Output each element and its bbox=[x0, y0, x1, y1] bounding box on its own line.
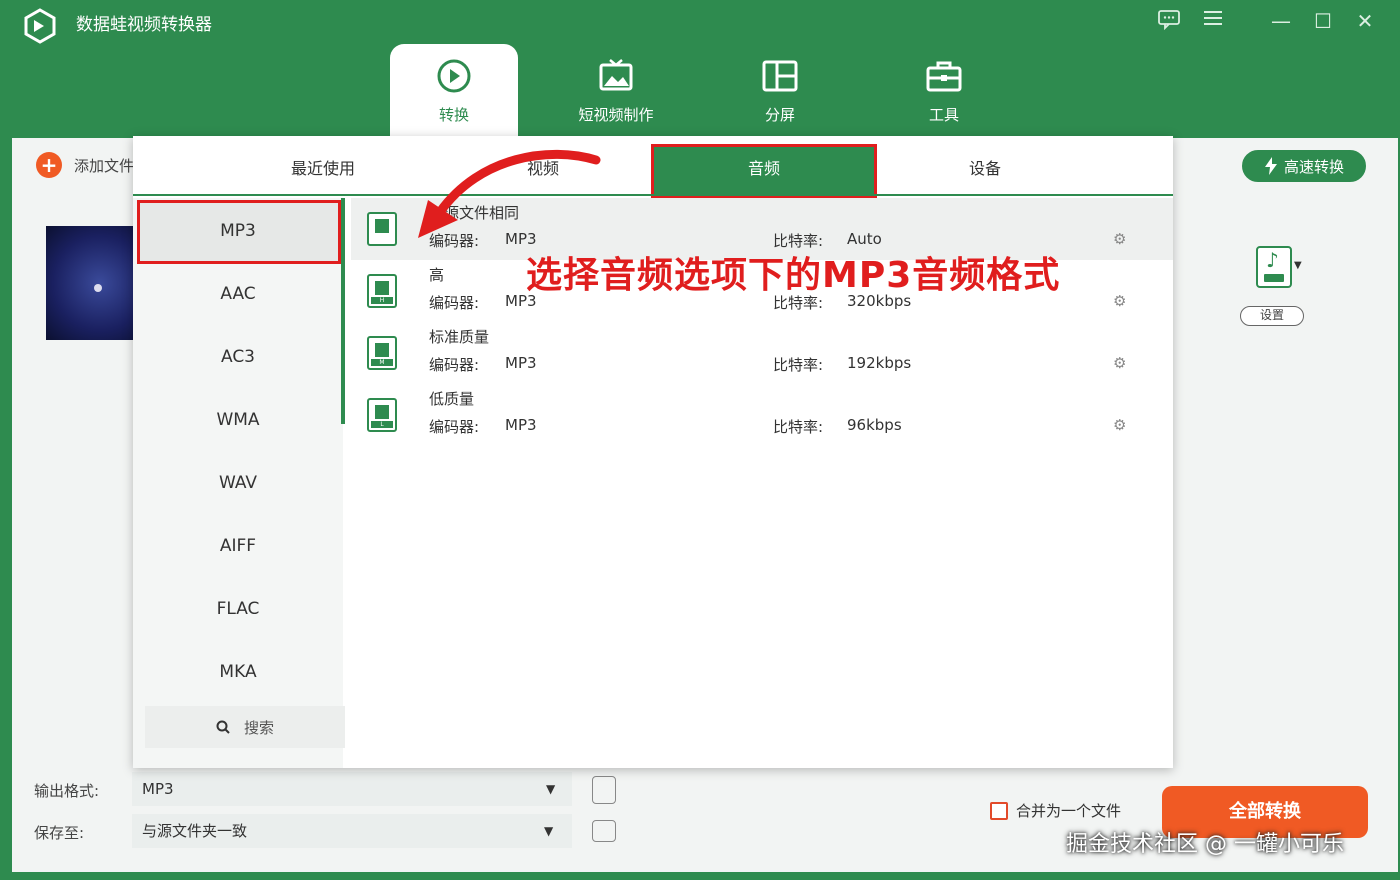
save-to-label: 保存至: bbox=[34, 824, 85, 842]
encoder-label: 编码器: bbox=[429, 232, 480, 250]
tab-underline bbox=[133, 194, 1173, 196]
chevron-down-icon[interactable]: ▼ bbox=[1294, 260, 1302, 271]
bitrate-value: 192kbps bbox=[847, 354, 912, 372]
nav-tab-split-screen[interactable]: 分屏 bbox=[716, 44, 844, 136]
title-bar: 数据蛙视频转换器 — ☐ ✕ 转换 短视频制作 分屏 工具 bbox=[0, 0, 1400, 140]
nav-tab-label: 短视频制作 bbox=[578, 106, 654, 124]
lightning-icon bbox=[1264, 157, 1277, 175]
format-item-ac3[interactable]: AC3 bbox=[137, 326, 339, 388]
format-tag bbox=[1264, 274, 1284, 282]
close-button[interactable]: ✕ bbox=[1352, 8, 1378, 34]
search-label: 搜索 bbox=[243, 718, 274, 737]
format-item-aiff[interactable]: AIFF bbox=[137, 515, 339, 577]
encoder-label: 编码器: bbox=[429, 418, 480, 436]
app-title: 数据蛙视频转换器 bbox=[76, 15, 212, 35]
convert-icon bbox=[437, 59, 471, 93]
copy-icon bbox=[367, 212, 397, 246]
bitrate-label: 比特率: bbox=[773, 356, 824, 374]
bitrate-label: 比特率: bbox=[773, 418, 824, 436]
output-format-label: 输出格式: bbox=[34, 782, 100, 800]
tab-device[interactable]: 设备 bbox=[875, 144, 1095, 194]
low-quality-icon: L bbox=[367, 398, 397, 432]
bitrate-value: 96kbps bbox=[847, 416, 902, 434]
nav-tab-label: 分屏 bbox=[764, 106, 795, 124]
format-item-mp3[interactable]: MP3 bbox=[137, 200, 339, 262]
format-item-flac[interactable]: FLAC bbox=[137, 578, 339, 640]
output-format-select[interactable]: MP3 bbox=[132, 772, 572, 806]
encoder-value: MP3 bbox=[505, 416, 537, 434]
search-icon bbox=[216, 720, 230, 734]
fast-convert-label: 高速转换 bbox=[1283, 157, 1344, 176]
preset-name: 与源文件相同 bbox=[429, 204, 520, 222]
format-picker-popup: 最近使用 视频 音频 设备 MP3 AAC AC3 WMA WAV AIFF F… bbox=[133, 136, 1173, 768]
hamburger-icon[interactable] bbox=[1200, 8, 1226, 34]
app-logo-icon bbox=[24, 8, 56, 44]
gear-icon[interactable]: ⚙ bbox=[1113, 416, 1126, 434]
format-list-scrollbar[interactable] bbox=[341, 198, 345, 424]
save-path-select[interactable]: 与源文件夹一致 bbox=[132, 814, 572, 848]
encoder-value: MP3 bbox=[505, 354, 537, 372]
split-screen-icon bbox=[762, 60, 798, 92]
format-item-wav[interactable]: WAV bbox=[137, 452, 339, 514]
nav-tab-tools[interactable]: 工具 bbox=[880, 44, 1008, 136]
format-list: MP3 AAC AC3 WMA WAV AIFF FLAC MKA bbox=[133, 198, 343, 768]
gear-icon[interactable]: ⚙ bbox=[1113, 230, 1126, 248]
output-format-music-icon[interactable]: ♪ bbox=[1256, 246, 1292, 288]
format-item-mka[interactable]: MKA bbox=[137, 641, 339, 703]
minimize-button[interactable]: — bbox=[1268, 8, 1294, 34]
nav-tab-convert[interactable]: 转换 bbox=[390, 44, 518, 136]
standard-quality-icon: M bbox=[367, 336, 397, 370]
chat-icon[interactable] bbox=[1156, 8, 1182, 34]
tab-recent[interactable]: 最近使用 bbox=[213, 144, 433, 194]
merge-checkbox[interactable]: 合并为一个文件 bbox=[990, 800, 1121, 821]
nav-tab-short-video[interactable]: 短视频制作 bbox=[552, 44, 680, 136]
folder-icon[interactable] bbox=[592, 820, 616, 842]
high-quality-icon: H bbox=[367, 274, 397, 308]
gear-icon[interactable]: ⚙ bbox=[1113, 354, 1126, 372]
tab-audio[interactable]: 音频 bbox=[653, 144, 875, 194]
add-file-button[interactable]: + 添加文件 bbox=[36, 152, 134, 178]
toolbox-icon bbox=[926, 61, 962, 92]
moon-image bbox=[94, 284, 102, 292]
video-thumbnail[interactable] bbox=[46, 226, 136, 340]
preset-row-standard[interactable]: M 标准质量 编码器: MP3 比特率: 192kbps ⚙ bbox=[351, 322, 1173, 384]
format-search[interactable]: 搜索 bbox=[145, 706, 345, 748]
encoder-label: 编码器: bbox=[429, 356, 480, 374]
plus-icon: + bbox=[36, 152, 62, 178]
nav-tab-label: 工具 bbox=[928, 106, 959, 124]
preset-name: 高 bbox=[429, 266, 445, 284]
format-settings-icon[interactable] bbox=[592, 776, 616, 804]
maximize-button[interactable]: ☐ bbox=[1310, 8, 1336, 34]
gear-icon[interactable]: ⚙ bbox=[1113, 292, 1126, 310]
preset-name: 低质量 bbox=[429, 390, 475, 408]
watermark: 掘金技术社区 @ 一罐小可乐 bbox=[1066, 832, 1344, 857]
annotation-callout: 选择音频选项下的MP3音频格式 bbox=[526, 255, 1061, 296]
merge-label: 合并为一个文件 bbox=[1016, 802, 1122, 820]
nav-tab-label: 转换 bbox=[438, 106, 469, 124]
encoder-label: 编码器: bbox=[429, 294, 480, 312]
preset-row-low[interactable]: L 低质量 编码器: MP3 比特率: 96kbps ⚙ bbox=[351, 384, 1173, 446]
format-item-wma[interactable]: WMA bbox=[137, 389, 339, 451]
chevron-down-icon[interactable]: ▼ bbox=[546, 782, 555, 796]
music-note-icon: ♪ bbox=[1266, 248, 1279, 272]
short-video-icon bbox=[599, 59, 633, 91]
fast-convert-button[interactable]: 高速转换 bbox=[1242, 150, 1366, 182]
settings-button[interactable]: 设置 bbox=[1240, 306, 1304, 326]
checkbox-box[interactable] bbox=[990, 801, 1008, 820]
preset-name: 标准质量 bbox=[429, 328, 490, 346]
chevron-down-icon[interactable]: ▼ bbox=[544, 824, 553, 838]
format-item-aac[interactable]: AAC bbox=[137, 263, 339, 325]
add-file-label: 添加文件 bbox=[74, 156, 135, 175]
tab-video[interactable]: 视频 bbox=[433, 144, 653, 194]
